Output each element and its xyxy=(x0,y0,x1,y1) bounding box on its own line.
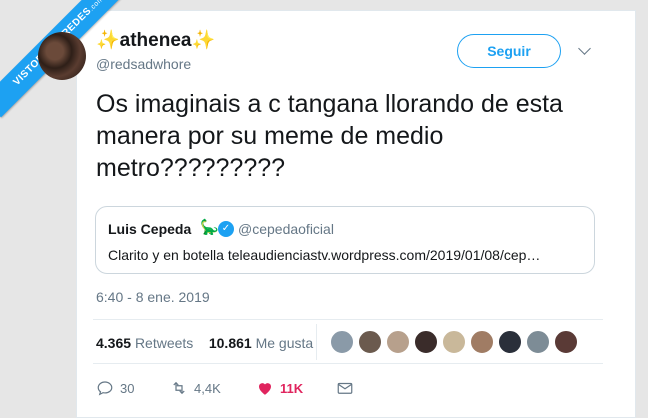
retweet-count: 4,4K xyxy=(194,380,221,396)
action-bar: 30 4,4K 11K xyxy=(96,379,396,401)
retweets-stat[interactable]: 4.365 Retweets xyxy=(96,335,193,351)
display-name[interactable]: ✨athenea✨ xyxy=(96,28,215,52)
liker-avatar[interactable] xyxy=(358,330,382,354)
engagement-stats: 4.365 Retweets 10.861 Me gusta xyxy=(96,335,313,351)
tweet-timestamp[interactable]: 6:40 - 8 ene. 2019 xyxy=(96,289,210,305)
liker-avatar[interactable] xyxy=(470,330,494,354)
quoted-author-name: Luis Cepeda xyxy=(108,221,192,237)
watermark-suffix: .com xyxy=(88,0,106,13)
retweets-label: Retweets xyxy=(134,335,194,351)
divider xyxy=(316,324,317,360)
liker-avatar[interactable] xyxy=(414,330,438,354)
tweet-text: Os imaginais a c tangana llorando de est… xyxy=(96,90,563,182)
likes-count: 10.861 xyxy=(208,335,252,351)
quoted-tweet[interactable]: Luis Cepeda 🦕 ✓ @cepedaoficial Clarito y… xyxy=(95,206,595,274)
like-button[interactable]: 11K xyxy=(256,379,303,397)
likes-label: Me gusta xyxy=(255,335,314,351)
quoted-tweet-text: Clarito y en botella teleaudienciastv.wo… xyxy=(108,247,541,263)
reply-icon xyxy=(97,381,113,396)
heart-icon xyxy=(259,383,271,395)
reply-button[interactable]: 30 xyxy=(96,379,134,397)
retweet-button[interactable]: 4,4K xyxy=(170,379,221,397)
dinosaur-emoji: 🦕 xyxy=(200,219,219,236)
follow-button[interactable]: Seguir xyxy=(457,34,561,68)
liker-avatar[interactable] xyxy=(442,330,466,354)
quoted-author-handle: @cepedaoficial xyxy=(238,221,334,237)
retweets-count: 4.365 xyxy=(96,335,132,351)
liker-avatar[interactable] xyxy=(554,330,578,354)
likes-stat[interactable]: 10.861 Me gusta xyxy=(209,335,313,351)
divider xyxy=(93,363,603,364)
like-count: 11K xyxy=(280,380,304,396)
retweet-icon xyxy=(173,381,185,395)
reply-count: 30 xyxy=(120,380,135,396)
user-handle[interactable]: @redsadwhore xyxy=(96,56,191,72)
message-button[interactable] xyxy=(336,379,354,397)
liker-avatar[interactable] xyxy=(526,330,550,354)
liker-avatar[interactable] xyxy=(386,330,410,354)
liker-avatar[interactable] xyxy=(498,330,522,354)
avatar[interactable] xyxy=(38,32,86,80)
envelope-icon xyxy=(337,382,353,394)
verified-badge-icon: ✓ xyxy=(218,221,234,237)
divider xyxy=(93,319,603,320)
liker-avatar[interactable] xyxy=(330,330,354,354)
